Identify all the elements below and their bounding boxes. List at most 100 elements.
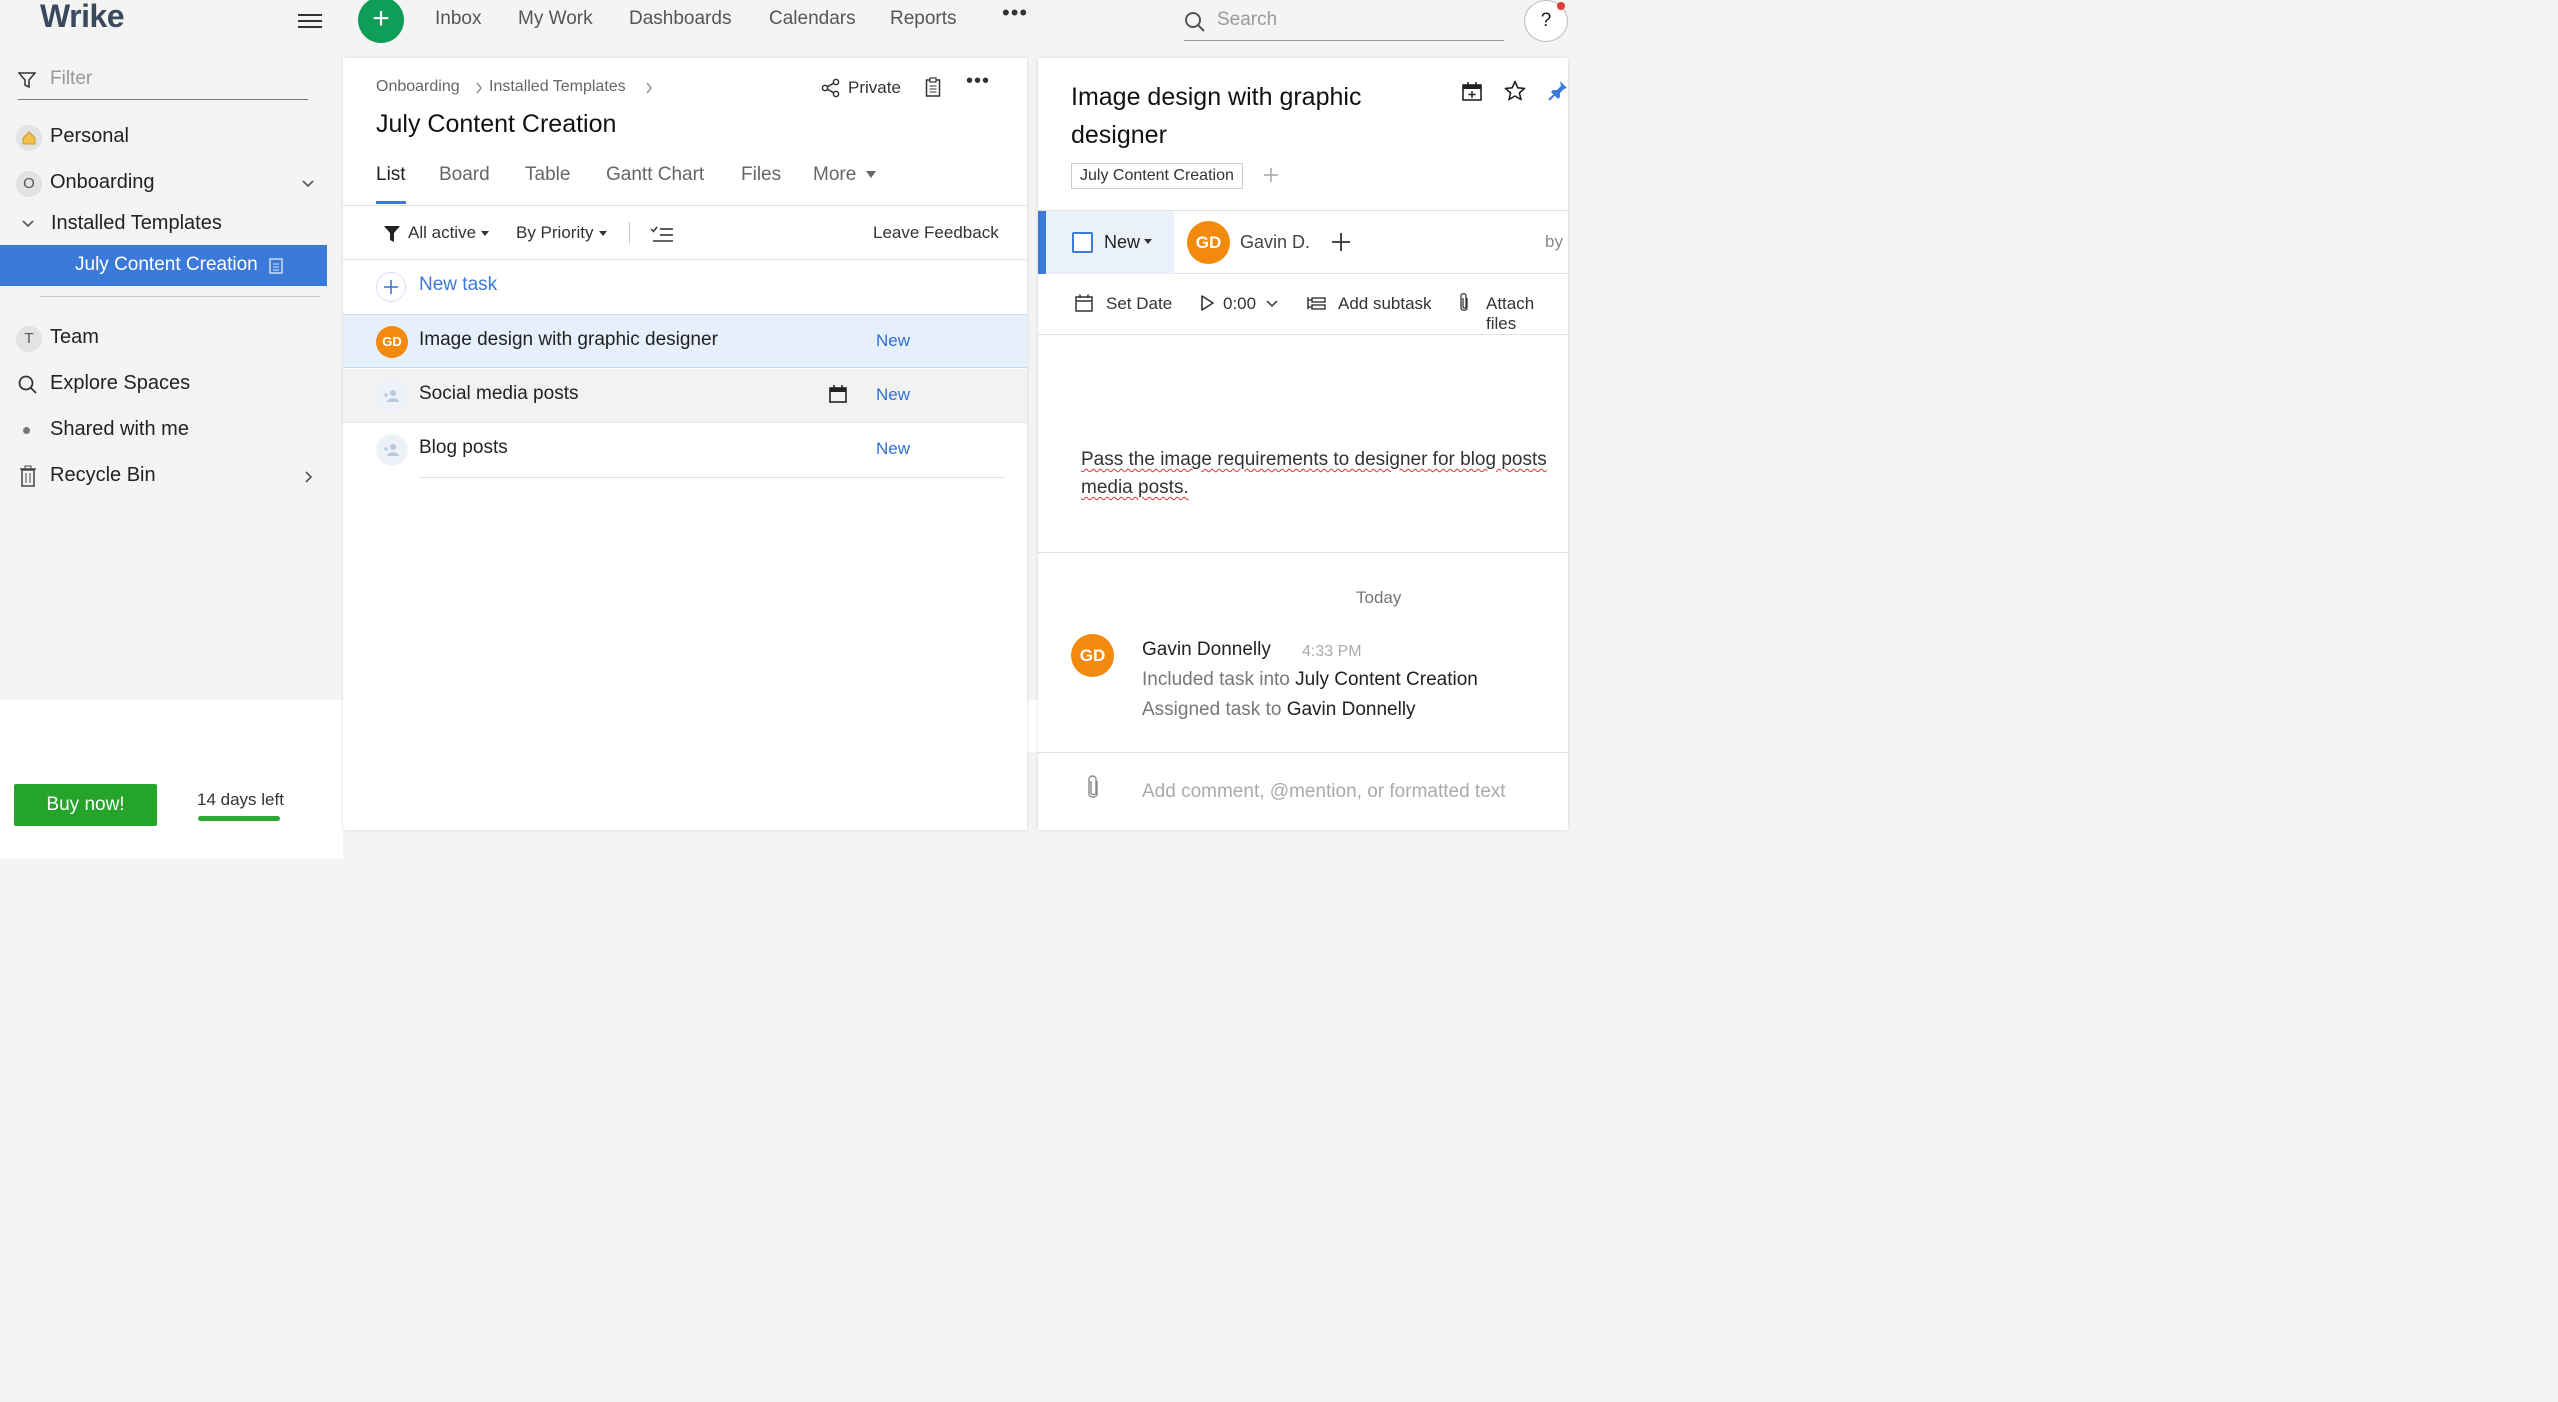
add-folder-icon[interactable]	[1264, 168, 1278, 182]
author-avatar: GD	[1071, 634, 1114, 677]
parent-folder-tag[interactable]: July Content Creation	[1071, 163, 1243, 189]
divider	[1038, 552, 1568, 553]
project-icon	[269, 258, 283, 274]
sidebar-item-installed-templates[interactable]: Installed Templates	[0, 204, 343, 244]
sidebar-item-july-content-creation[interactable]: July Content Creation	[0, 245, 327, 286]
activity-target[interactable]: Gavin Donnelly	[1287, 699, 1416, 720]
task-title[interactable]: Social media posts	[419, 383, 578, 405]
breadcrumb-onboarding[interactable]: Onboarding	[376, 78, 460, 96]
status-dropdown[interactable]: New	[1038, 211, 1174, 274]
space-avatar: O	[16, 171, 42, 197]
tab-gantt-chart[interactable]: Gantt Chart	[606, 164, 704, 186]
chevron-down-icon[interactable]	[21, 219, 35, 229]
leave-feedback-link[interactable]: Leave Feedback	[873, 223, 999, 243]
set-date-button[interactable]: Set Date	[1106, 294, 1172, 314]
sidebar-item-onboarding[interactable]: O Onboarding	[0, 163, 343, 203]
time-tracker-button[interactable]: 0:00	[1223, 294, 1256, 314]
status-label: New	[1104, 232, 1141, 252]
tab-list[interactable]: List	[376, 164, 406, 186]
task-status[interactable]: New	[876, 385, 910, 405]
add-subtask-button[interactable]: Add subtask	[1338, 294, 1432, 314]
share-icon[interactable]	[821, 78, 841, 98]
search-icon	[1185, 12, 1205, 32]
notification-dot	[1557, 2, 1565, 10]
comment-input[interactable]: Add comment, @mention, or formatted text	[1142, 781, 1506, 803]
star-icon[interactable]	[1504, 80, 1526, 102]
home-icon	[16, 125, 42, 151]
trial-progress-bar	[198, 816, 280, 821]
search-icon	[18, 375, 37, 394]
chevron-right-icon[interactable]	[304, 470, 314, 484]
privacy-button[interactable]: Private	[848, 78, 901, 98]
checklist-icon[interactable]	[650, 225, 674, 243]
unassigned-avatar[interactable]	[376, 434, 408, 466]
tab-more[interactable]: More	[813, 164, 856, 186]
activity-target[interactable]: July Content Creation	[1295, 669, 1478, 690]
sidebar-item-label: July Content Creation	[75, 254, 258, 275]
add-user-icon	[384, 444, 399, 456]
calendar-add-icon[interactable]	[1462, 81, 1482, 101]
assignee-name[interactable]: Gavin D.	[1240, 232, 1310, 253]
nav-dashboards[interactable]: Dashboards	[629, 8, 731, 30]
nav-calendars[interactable]: Calendars	[769, 8, 856, 30]
pin-icon[interactable]	[1548, 80, 1568, 102]
paperclip-icon[interactable]	[1086, 773, 1100, 801]
task-status[interactable]: New	[876, 331, 910, 351]
attach-files-button[interactable]: Attach files	[1486, 294, 1568, 334]
sidebar-item-personal[interactable]: Personal	[0, 117, 343, 157]
chevron-down-icon[interactable]	[1266, 300, 1278, 308]
menu-icon[interactable]	[298, 10, 322, 30]
nav-reports[interactable]: Reports	[890, 8, 957, 30]
status-checkbox[interactable]	[1072, 232, 1093, 253]
activity-author[interactable]: Gavin Donnelly	[1142, 639, 1271, 661]
sidebar-item-shared-with-me[interactable]: Shared with me	[0, 410, 343, 450]
tab-table[interactable]: Table	[525, 164, 570, 186]
tab-files[interactable]: Files	[741, 164, 781, 186]
caret-down-icon	[866, 171, 876, 178]
task-title[interactable]: Blog posts	[419, 437, 508, 459]
comment-box[interactable]: Add comment, @mention, or formatted text	[1038, 752, 1568, 830]
task-title-heading[interactable]: Image design with graphic designer	[1071, 78, 1431, 154]
filter-placeholder: Filter	[50, 68, 93, 89]
caret-down-icon	[599, 231, 607, 236]
filter-input[interactable]: Filter	[18, 68, 308, 100]
task-row[interactable]: GD Image design with graphic designer Ne…	[343, 314, 1027, 368]
search-input[interactable]: Search	[1184, 5, 1504, 41]
tab-board[interactable]: Board	[439, 164, 490, 186]
new-task-row[interactable]: New task	[343, 260, 1027, 314]
clipboard-icon[interactable]	[925, 77, 941, 97]
chevron-down-icon[interactable]	[301, 179, 315, 189]
wrike-logo[interactable]: Wrike	[40, 0, 125, 35]
assignee-avatar[interactable]: GD	[1187, 221, 1230, 264]
buy-now-button[interactable]: Buy now!	[14, 784, 157, 826]
task-title[interactable]: Image design with graphic designer	[419, 329, 718, 351]
nav-inbox[interactable]: Inbox	[435, 8, 481, 30]
sidebar-item-recycle-bin[interactable]: Recycle Bin	[0, 456, 343, 496]
unassigned-avatar[interactable]	[376, 380, 408, 412]
breadcrumb-installed-templates[interactable]: Installed Templates	[489, 78, 626, 96]
sidebar-item-label: Installed Templates	[51, 212, 222, 234]
caret-down-icon	[481, 231, 489, 236]
calendar-icon[interactable]	[829, 385, 847, 403]
trash-icon	[20, 465, 36, 487]
task-row[interactable]: Social media posts New	[343, 369, 1027, 423]
create-new-button[interactable]: +	[358, 0, 404, 43]
folder-panel: Onboarding Installed Templates Private •…	[343, 58, 1027, 830]
sidebar-item-label: Personal	[50, 125, 129, 147]
add-assignee-icon[interactable]	[1332, 233, 1350, 251]
chevron-right-icon	[476, 82, 482, 94]
folder-more-button[interactable]: •••	[966, 70, 990, 93]
task-status[interactable]: New	[876, 439, 910, 459]
status-filter-dropdown[interactable]: All active	[408, 223, 476, 243]
nav-more-button[interactable]: •••	[1002, 0, 1028, 26]
sidebar-item-label: Explore Spaces	[50, 372, 191, 394]
sort-dropdown[interactable]: By Priority	[516, 223, 593, 243]
task-row[interactable]: Blog posts New	[343, 423, 1027, 477]
sidebar-item-team[interactable]: T Team	[0, 318, 343, 358]
sidebar-item-explore-spaces[interactable]: Explore Spaces	[0, 364, 343, 404]
nav-my-work[interactable]: My Work	[518, 8, 593, 30]
assignee-avatar: GD	[376, 326, 408, 358]
task-detail-panel: Image design with graphic designer July …	[1038, 58, 1568, 830]
task-description[interactable]: Pass the image requirements to designer …	[1081, 446, 1568, 502]
activity-time: 4:33 PM	[1302, 643, 1362, 660]
